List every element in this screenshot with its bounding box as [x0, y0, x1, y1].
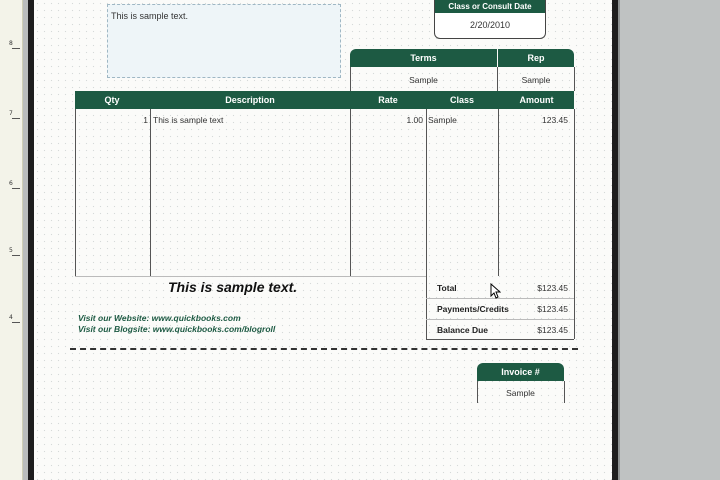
payments-label: Payments/Credits	[437, 304, 509, 314]
terms-header: Terms	[350, 49, 497, 67]
website-link[interactable]: Visit our Website: www.quickbooks.com	[78, 313, 241, 323]
qty-cell: 1	[143, 115, 148, 125]
rep-value[interactable]: Sample	[498, 75, 574, 85]
mouse-cursor-icon	[490, 283, 501, 299]
rep-header: Rep	[498, 49, 574, 67]
balance-label: Balance Due	[437, 325, 489, 335]
description-header: Description	[225, 95, 275, 105]
rep-label: Rep	[527, 53, 545, 63]
payments-value: $123.45	[537, 304, 568, 314]
address-box[interactable]: This is sample text.	[107, 4, 341, 78]
total-value: $123.45	[537, 283, 568, 293]
total-label: Total	[437, 283, 457, 293]
date-box: Class or Consult Date 2/20/2010	[434, 0, 546, 39]
vertical-ruler: 8 7 6 5 4	[0, 0, 23, 480]
tear-off-line	[70, 348, 578, 350]
qty-header: Qty	[104, 95, 120, 105]
date-value[interactable]: 2/20/2010	[435, 20, 545, 30]
blog-link[interactable]: Visit our Blogsite: www.quickbooks.com/b…	[78, 324, 275, 334]
invoice-number-label: Invoice #	[501, 367, 540, 377]
workspace-background	[618, 0, 720, 480]
sample-note: This is sample text.	[168, 279, 298, 295]
address-text: This is sample text.	[111, 11, 189, 21]
invoice-number-value[interactable]: Sample	[477, 388, 564, 398]
ruler-tick	[12, 48, 20, 49]
invoice-number-header: Invoice #	[477, 363, 564, 381]
balance-value: $123.45	[537, 325, 568, 335]
date-header: Class or Consult Date	[435, 0, 545, 13]
terms-label: Terms	[410, 53, 437, 63]
amount-header: Amount	[519, 95, 554, 105]
ruler-tick	[12, 322, 20, 323]
ruler-number: 4	[9, 314, 13, 321]
ruler-tick	[12, 118, 20, 119]
ruler-number: 6	[9, 180, 13, 187]
rate-cell: 1.00	[406, 115, 423, 125]
ruler-tick	[12, 255, 20, 256]
amount-cell: 123.45	[542, 115, 568, 125]
class-header: Class	[449, 95, 475, 105]
ruler-tick	[12, 188, 20, 189]
ruler-number: 8	[9, 40, 13, 47]
terms-value[interactable]: Sample	[350, 75, 497, 85]
items-table-header: Qty Description Rate Class Amount	[75, 91, 574, 109]
class-cell: Sample	[428, 115, 457, 125]
ruler-number: 5	[9, 247, 13, 254]
ruler-number: 7	[9, 110, 13, 117]
rate-header: Rate	[378, 95, 398, 105]
description-cell: This is sample text	[153, 115, 224, 125]
